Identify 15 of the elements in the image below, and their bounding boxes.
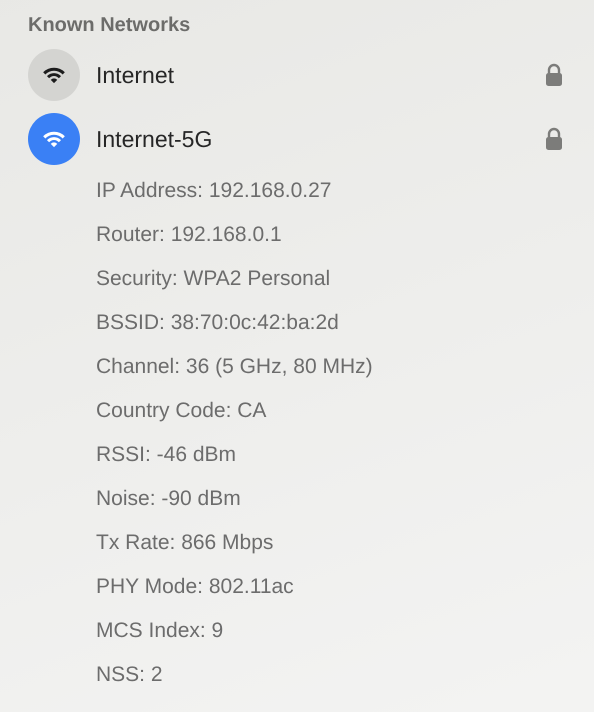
detail-text: BSSID: 38:70:0c:42:ba:2d	[96, 310, 340, 336]
network-name[interactable]: Internet-5G	[96, 126, 544, 152]
detail-text: Noise: -90 dBm	[96, 486, 242, 512]
detail-text: Tx Rate: 866 Mbps	[96, 530, 274, 556]
detail-text: Country Code: CA	[96, 398, 268, 424]
detail-text: Security: WPA2 Personal	[96, 266, 332, 292]
detail-text: MCS Index: 9	[96, 618, 224, 644]
detail-text: Router: 192.168.0.1	[96, 222, 283, 248]
network-name[interactable]: Internet	[96, 62, 544, 88]
detail-text: NSS: 2	[96, 662, 164, 688]
detail-text: Channel: 36 (5 GHz, 80 MHz)	[96, 354, 374, 380]
detail-text: IP Address: 192.168.0.27	[96, 178, 332, 204]
detail-text: RSSI: -46 dBm	[96, 442, 238, 468]
section-title: Known Networks	[28, 14, 192, 37]
detail-text: PHY Mode: 802.11ac	[96, 574, 295, 600]
